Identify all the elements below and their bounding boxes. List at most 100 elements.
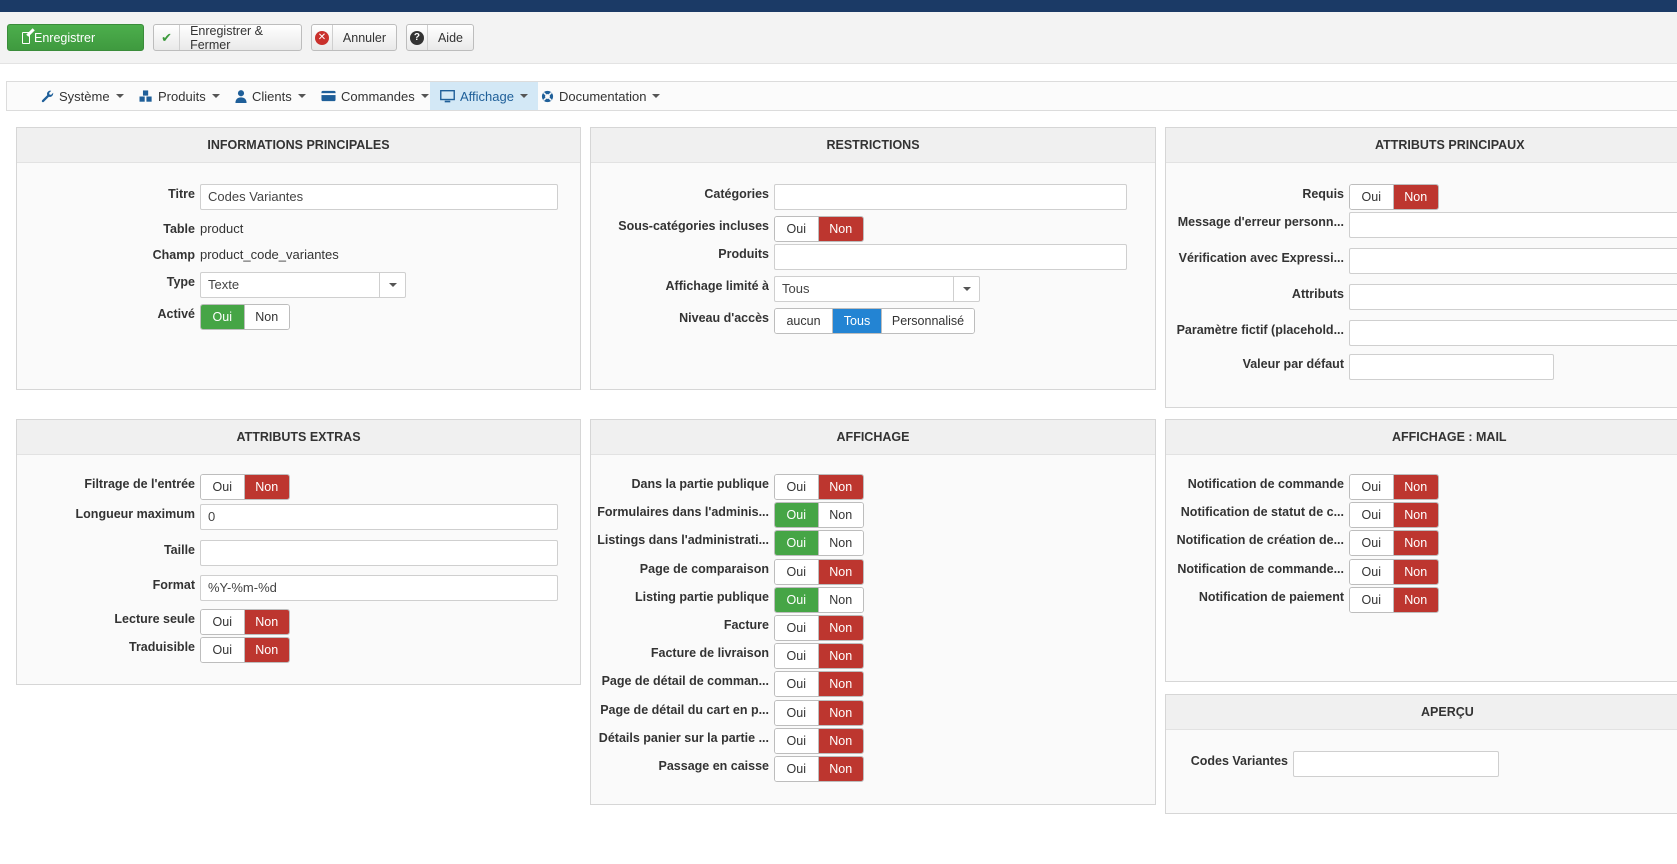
display-toggle[interactable]: Oui Non xyxy=(774,699,864,726)
save-close-button[interactable]: ✔ Enregistrer & Fermer xyxy=(153,24,302,52)
toggle-no[interactable]: Non xyxy=(817,616,863,640)
menu-item-affichage[interactable]: Affichage xyxy=(430,82,538,110)
preview-input[interactable] xyxy=(1293,751,1499,777)
toggle-no[interactable]: Non xyxy=(817,757,863,781)
access-option-personnalise[interactable]: Personnalisé xyxy=(881,309,974,333)
toggle-no[interactable]: Non xyxy=(243,638,289,662)
max-length-input[interactable]: 0 xyxy=(200,504,558,530)
top-brand-strip xyxy=(0,0,1677,12)
active-toggle[interactable]: Oui Non xyxy=(200,304,290,330)
toggle-no[interactable]: Non xyxy=(817,217,863,241)
filter-toggle[interactable]: Oui Non xyxy=(200,474,290,500)
toggle-no[interactable]: Non xyxy=(1392,531,1438,556)
menu-item-commandes[interactable]: Commandes xyxy=(311,82,439,110)
toggle-yes[interactable]: Oui xyxy=(775,531,818,556)
toggle-no[interactable]: Non xyxy=(243,475,289,499)
size-input[interactable] xyxy=(200,540,558,566)
regex-input[interactable] xyxy=(1349,248,1677,274)
toggle-yes[interactable]: Oui xyxy=(775,616,818,640)
mail-toggle[interactable]: Oui Non xyxy=(1349,474,1439,500)
toggle-yes[interactable]: Oui xyxy=(201,475,244,499)
toggle-yes[interactable]: Oui xyxy=(201,638,244,662)
toggle-yes[interactable]: Oui xyxy=(775,559,818,584)
toggle-no[interactable]: Non xyxy=(243,610,289,634)
access-option-aucun[interactable]: aucun xyxy=(775,309,832,333)
readonly-toggle[interactable]: Oui Non xyxy=(200,609,290,635)
error-message-input[interactable] xyxy=(1349,212,1677,238)
toggle-no[interactable]: Non xyxy=(817,559,863,584)
display-toggle[interactable]: Oui Non xyxy=(774,615,864,641)
toggle-no[interactable]: Non xyxy=(817,700,863,725)
toggle-yes[interactable]: Oui xyxy=(775,503,818,528)
type-select[interactable]: Texte xyxy=(200,272,406,298)
toggle-yes[interactable]: Oui xyxy=(1350,503,1393,528)
display-toggle[interactable]: Oui Non xyxy=(774,558,864,585)
menu-item-documentation[interactable]: Documentation xyxy=(531,82,670,110)
toggle-no[interactable]: Non xyxy=(817,728,863,753)
display-toggle[interactable]: Oui Non xyxy=(774,756,864,782)
help-button[interactable]: ? Aide xyxy=(406,24,474,51)
toggle-no[interactable]: Non xyxy=(817,587,863,612)
toggle-yes[interactable]: Oui xyxy=(775,700,818,725)
titre-input[interactable]: Codes Variantes xyxy=(200,184,558,210)
toggle-yes[interactable]: Oui xyxy=(1350,531,1393,556)
mail-toggle[interactable]: Oui Non xyxy=(1349,558,1439,585)
requis-toggle[interactable]: Oui Non xyxy=(1349,184,1439,210)
toggle-no[interactable]: Non xyxy=(817,531,863,556)
placeholder-input[interactable] xyxy=(1349,320,1677,346)
mail-toggle[interactable]: Oui Non xyxy=(1349,530,1439,557)
toggle-no[interactable]: Non xyxy=(1392,475,1438,499)
mail-toggle[interactable]: Oui Non xyxy=(1349,586,1439,613)
toggle-no[interactable]: Non xyxy=(817,672,863,697)
mail-toggle[interactable]: Oui Non xyxy=(1349,502,1439,529)
toggle-yes[interactable]: Oui xyxy=(1350,475,1393,499)
toggle-yes[interactable]: Oui xyxy=(1350,587,1393,612)
toggle-no[interactable]: Non xyxy=(243,305,289,329)
field-label: Notification de commande... xyxy=(1177,561,1344,576)
display-toggle[interactable]: Oui Non xyxy=(774,474,864,500)
toggle-no[interactable]: Non xyxy=(1392,503,1438,528)
display-toggle[interactable]: Oui Non xyxy=(774,586,864,613)
default-value-input[interactable] xyxy=(1349,354,1554,380)
access-option-tous[interactable]: Tous xyxy=(832,309,881,333)
toggle-yes[interactable]: Oui xyxy=(775,757,818,781)
save-button[interactable]: Enregistrer xyxy=(7,24,144,51)
translatable-toggle[interactable]: Oui Non xyxy=(200,637,290,663)
mail-row: Notification de commande Oui Non xyxy=(1166,474,1677,500)
toggle-yes[interactable]: Oui xyxy=(1350,185,1393,209)
toggle-yes[interactable]: Oui xyxy=(201,610,244,634)
display-toggle[interactable]: Oui Non xyxy=(774,671,864,698)
toggle-yes[interactable]: Oui xyxy=(775,728,818,753)
produits-input[interactable] xyxy=(774,244,1127,270)
menu-item-produits[interactable]: Produits xyxy=(129,82,230,110)
toggle-yes[interactable]: Oui xyxy=(775,672,818,697)
toggle-no[interactable]: Non xyxy=(1392,587,1438,612)
menu-item-systeme[interactable]: Système xyxy=(31,82,134,110)
toggle-yes[interactable]: Oui xyxy=(201,305,244,329)
display-toggle[interactable]: Oui Non xyxy=(774,643,864,670)
display-toggle[interactable]: Oui Non xyxy=(774,502,864,529)
attributs-input[interactable] xyxy=(1349,284,1677,310)
limited-select[interactable]: Tous xyxy=(774,276,980,302)
categories-input[interactable] xyxy=(774,184,1127,210)
subcats-toggle[interactable]: Oui Non xyxy=(774,216,864,242)
field-label: Notification de commande xyxy=(1187,477,1344,491)
menu-item-clients[interactable]: Clients xyxy=(225,82,316,110)
format-input[interactable]: %Y-%m-%d xyxy=(200,575,558,601)
access-level-group[interactable]: aucun Tous Personnalisé xyxy=(774,308,975,334)
toggle-no[interactable]: Non xyxy=(1392,185,1438,209)
toggle-no[interactable]: Non xyxy=(817,644,863,669)
toggle-no[interactable]: Non xyxy=(817,475,863,499)
toggle-no[interactable]: Non xyxy=(1392,559,1438,584)
field-label: Sous-catégories incluses xyxy=(618,219,769,233)
toggle-no[interactable]: Non xyxy=(817,503,863,528)
toggle-yes[interactable]: Oui xyxy=(775,644,818,669)
toggle-yes[interactable]: Oui xyxy=(775,217,818,241)
cancel-button[interactable]: ✕ Annuler xyxy=(311,24,397,51)
display-toggle[interactable]: Oui Non xyxy=(774,530,864,557)
table-value: product xyxy=(200,221,244,236)
display-toggle[interactable]: Oui Non xyxy=(774,727,864,754)
toggle-yes[interactable]: Oui xyxy=(1350,559,1393,584)
toggle-yes[interactable]: Oui xyxy=(775,475,818,499)
toggle-yes[interactable]: Oui xyxy=(775,587,818,612)
